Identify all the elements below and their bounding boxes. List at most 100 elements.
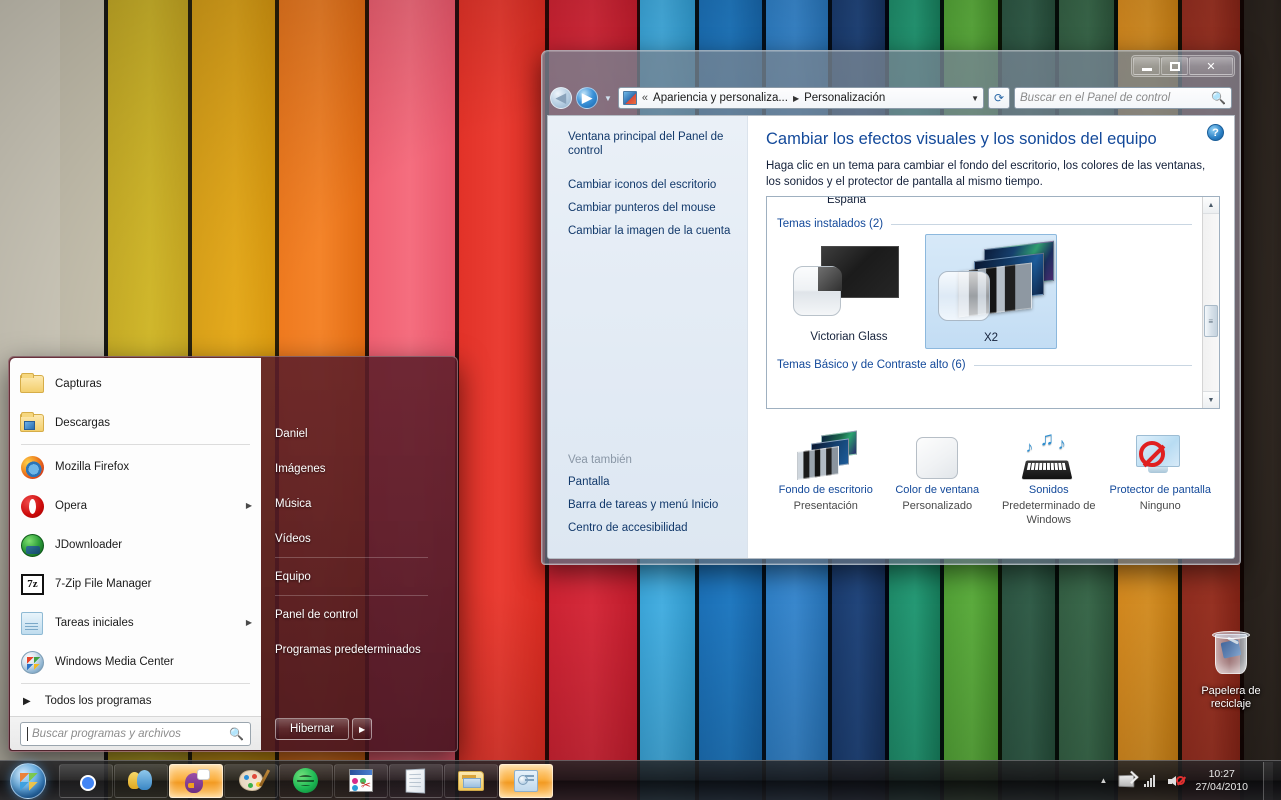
sidebar-item-display[interactable]: Pantalla — [568, 475, 737, 489]
option-title: Protector de pantalla — [1109, 484, 1211, 496]
control-panel-window[interactable]: ✕ ◀ ▶ ▼ « Apariencia y personaliza... ▶ … — [541, 50, 1241, 565]
breadcrumb-appearance[interactable]: Apariencia y personaliza... — [653, 92, 788, 104]
desktop-icon-recycle-bin[interactable]: Papelera de reciclaje — [1185, 630, 1277, 711]
start-menu-item-jdownloader[interactable]: JDownloader — [13, 525, 258, 564]
theme-group-basic: Temas Básico y de Contraste alto (6) — [777, 359, 1192, 371]
search-icon: 🔍 — [229, 726, 244, 741]
volume-muted-icon[interactable] — [1168, 773, 1186, 789]
help-icon[interactable]: ? — [1207, 124, 1224, 141]
start-menu-item-videos[interactable]: Vídeos — [275, 521, 456, 556]
refresh-button[interactable]: ⟳ — [988, 87, 1010, 109]
start-menu-divider — [21, 444, 250, 445]
chevron-down-icon[interactable]: ▼ — [963, 94, 979, 103]
taskbar-button-notepad[interactable] — [389, 763, 443, 798]
taskbar: ✂ ▲ 10:27 27/04/2010 — [0, 760, 1281, 800]
messenger-icon — [127, 767, 155, 795]
screensaver-icon — [1105, 421, 1217, 479]
forward-button[interactable]: ▶ — [576, 87, 598, 109]
taskbar-button-control-panel[interactable] — [499, 763, 553, 798]
scrollbar-thumb[interactable]: ≡ — [1204, 305, 1218, 337]
personalization-icon — [622, 91, 637, 105]
start-menu-item-musica[interactable]: Música — [275, 486, 456, 521]
window-titlebar[interactable]: ✕ — [543, 52, 1239, 82]
taskbar-button-pidgin[interactable] — [169, 763, 223, 798]
theme-partial-above[interactable]: España — [777, 197, 1192, 208]
taskbar-button-paint[interactable] — [224, 763, 278, 798]
start-menu-item-capturas[interactable]: Capturas — [13, 364, 258, 403]
submenu-arrow-icon[interactable]: ▶ — [246, 618, 252, 627]
sidebar-item-control-panel-home[interactable]: Ventana principal del Panel de control — [568, 130, 735, 158]
getting-started-icon — [19, 610, 45, 636]
option-subtitle: Personalizado — [902, 500, 973, 512]
start-menu-right-column: Daniel Imágenes Música Vídeos Equipo Pan… — [261, 358, 456, 750]
close-button[interactable]: ✕ — [1189, 57, 1233, 75]
recycle-bin-icon — [1207, 630, 1255, 680]
history-dropdown-icon[interactable]: ▼ — [602, 94, 614, 103]
signal-bars-icon[interactable] — [1143, 773, 1159, 789]
hibernate-button[interactable]: Hibernar — [275, 718, 350, 740]
network-icon[interactable] — [1118, 773, 1135, 789]
clock[interactable]: 10:27 27/04/2010 — [1193, 768, 1248, 794]
window-color-icon — [882, 421, 994, 479]
show-desktop-button[interactable] — [1263, 761, 1273, 800]
option-title: Fondo de escritorio — [778, 484, 873, 496]
downloads-folder-icon — [19, 410, 45, 436]
maximize-button[interactable] — [1161, 57, 1188, 75]
group-divider — [973, 364, 1192, 366]
taskbar-button-spotify[interactable] — [279, 763, 333, 798]
maximize-icon — [1169, 61, 1180, 71]
back-button[interactable]: ◀ — [550, 87, 572, 109]
control-panel-icon — [512, 767, 540, 795]
start-menu-item-opera[interactable]: Opera ▶ — [13, 486, 258, 525]
page-title: Cambiar los efectos visuales y los sonid… — [766, 130, 1157, 148]
breadcrumb-overflow-icon[interactable]: « — [642, 92, 648, 104]
clock-time: 10:27 — [1208, 767, 1235, 780]
theme-item-x2[interactable]: X2 — [925, 234, 1057, 349]
address-bar[interactable]: « Apariencia y personaliza... ▶ Personal… — [617, 87, 984, 109]
start-menu-item-mozilla-firefox[interactable]: Mozilla Firefox — [13, 447, 258, 486]
all-programs-button[interactable]: ▶ Todos los programas — [13, 686, 258, 716]
option-desktop-background[interactable]: Fondo de escritorio Presentación — [770, 421, 882, 527]
theme-list-panel[interactable]: España Temas instalados (2) Victorian Gl… — [766, 196, 1220, 409]
start-menu-item-panel-de-control[interactable]: Panel de control — [275, 597, 456, 632]
shutdown-options-arrow-icon[interactable]: ▶ — [352, 718, 373, 740]
scroll-down-button[interactable]: ▼ — [1203, 391, 1219, 408]
option-screensaver[interactable]: Protector de pantalla Ninguno — [1105, 421, 1217, 527]
breadcrumb-separator-icon[interactable]: ▶ — [793, 94, 799, 103]
sidebar-item-taskbar-start-menu[interactable]: Barra de tareas y menú Inicio — [568, 498, 737, 512]
start-button[interactable] — [1, 762, 55, 800]
start-menu-item-descargas[interactable]: Descargas — [13, 403, 258, 442]
start-menu-item-user-folder[interactable]: Daniel — [275, 416, 456, 451]
start-menu[interactable]: Capturas Descargas Mozilla Firefox Opera… — [8, 356, 458, 752]
show-hidden-icons-button[interactable]: ▲ — [1098, 776, 1110, 785]
breadcrumb-personalization[interactable]: Personalización — [804, 92, 885, 104]
minimize-button[interactable] — [1133, 57, 1160, 75]
firefox-icon — [19, 454, 45, 480]
page-description: Haga clic en un tema para cambiar el fon… — [766, 160, 1206, 188]
start-menu-item-programas-predeterminados[interactable]: Programas predeterminados — [275, 632, 456, 667]
submenu-arrow-icon[interactable]: ▶ — [246, 501, 252, 510]
option-window-color[interactable]: Color de ventana Personalizado — [882, 421, 994, 527]
scroll-up-button[interactable]: ▲ — [1203, 197, 1219, 214]
control-panel-search-input[interactable]: Buscar en el Panel de control 🔍 — [1014, 87, 1232, 109]
start-menu-item-tareas-iniciales[interactable]: Tareas iniciales ▶ — [13, 603, 258, 642]
start-menu-item-7zip-file-manager[interactable]: 7z 7-Zip File Manager — [13, 564, 258, 603]
sidebar-item-desktop-icons[interactable]: Cambiar iconos del escritorio — [568, 178, 735, 192]
option-sounds[interactable]: ♪ ♫ ♪ Sonidos Predeterminado de Windows — [993, 421, 1105, 527]
start-menu-item-equipo[interactable]: Equipo — [275, 559, 456, 594]
jdownloader-icon — [19, 532, 45, 558]
start-menu-item-windows-media-center[interactable]: Windows Media Center — [13, 642, 258, 681]
taskbar-button-messenger[interactable] — [114, 763, 168, 798]
sidebar-item-ease-of-access[interactable]: Centro de accesibilidad — [568, 521, 737, 535]
see-also-section: Vea también Pantalla Barra de tareas y m… — [568, 454, 737, 544]
sidebar-item-account-picture[interactable]: Cambiar la imagen de la cuenta — [568, 224, 735, 238]
search-icon: 🔍 — [1211, 91, 1226, 105]
theme-list-scrollbar[interactable]: ▲ ≡ ▼ — [1202, 197, 1219, 408]
taskbar-button-explorer[interactable] — [444, 763, 498, 798]
theme-item-victorian-glass[interactable]: Victorian Glass — [783, 234, 915, 349]
taskbar-button-snipping-tool[interactable]: ✂ — [334, 763, 388, 798]
sidebar-item-mouse-pointers[interactable]: Cambiar punteros del mouse — [568, 201, 735, 215]
start-menu-item-imagenes[interactable]: Imágenes — [275, 451, 456, 486]
taskbar-button-chrome[interactable] — [59, 763, 113, 798]
start-menu-search-input[interactable]: Buscar programas y archivos 🔍 — [20, 721, 251, 746]
